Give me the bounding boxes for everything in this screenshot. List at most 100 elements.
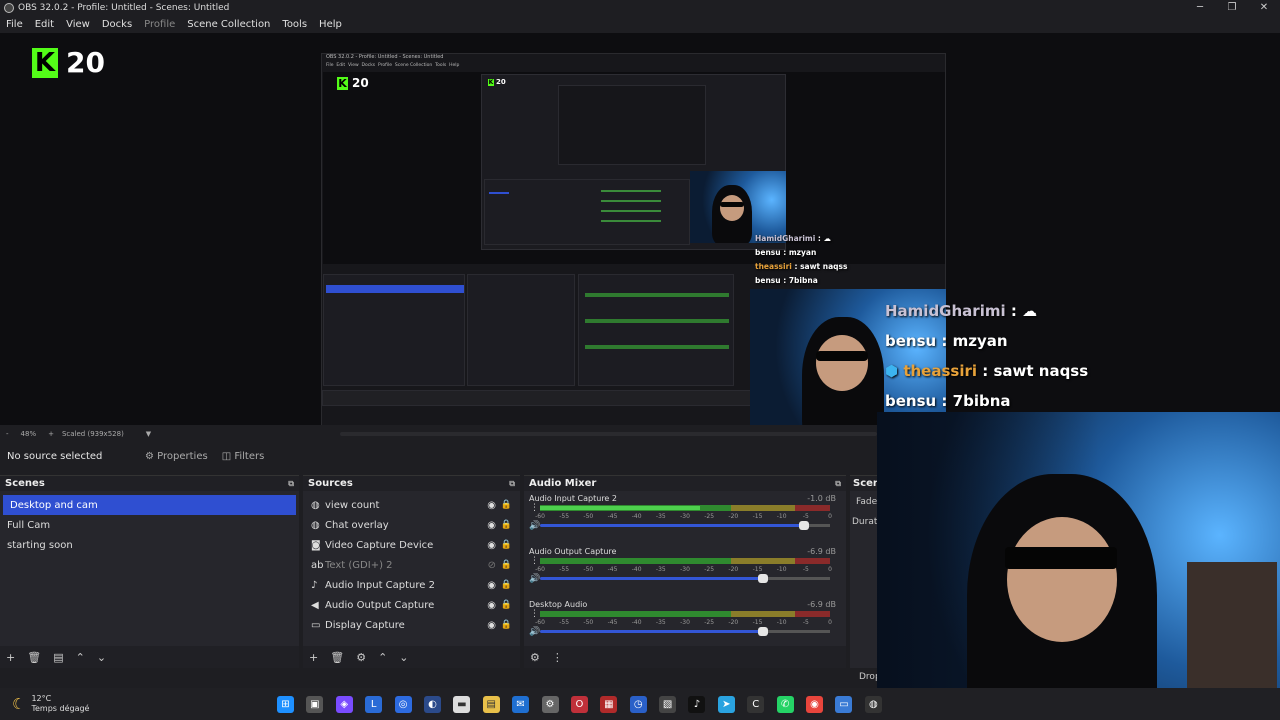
volume-slider[interactable] <box>540 574 830 583</box>
remove-scene-icon[interactable]: 🗑 <box>27 651 41 664</box>
copilot-icon[interactable]: ◈ <box>335 695 353 713</box>
source-item[interactable]: ◀ Audio Output Capture ◉ 🔒 <box>303 595 520 615</box>
menu-view[interactable]: View <box>66 19 90 30</box>
source-item[interactable]: ◙ Video Capture Device ◉ 🔒 <box>303 535 520 555</box>
weather-widget[interactable]: ☾ 12°C Temps dégagé <box>0 694 270 714</box>
mixer-menu-icon[interactable]: ⋮ <box>552 651 563 664</box>
task-view-icon[interactable]: ▣ <box>306 695 324 713</box>
obs-taskbar-icon[interactable]: ◍ <box>864 695 882 713</box>
preview-scrollbar[interactable] <box>340 432 877 436</box>
scaling-mode[interactable]: Scaled (939x528) <box>62 430 124 438</box>
volume-knob[interactable] <box>758 574 769 583</box>
scene-filters-icon[interactable]: ▤ <box>53 651 63 664</box>
app-icon[interactable]: L <box>365 695 383 713</box>
visibility-icon[interactable]: ◉ <box>487 520 496 531</box>
visibility-icon[interactable]: ◉ <box>487 540 496 551</box>
zoom-in-button[interactable]: + <box>48 430 54 438</box>
lock-icon[interactable]: 🔒 <box>501 500 512 510</box>
menu-file[interactable]: File <box>6 19 23 30</box>
whatsapp-icon[interactable]: ✆ <box>776 695 794 713</box>
speaker-icon[interactable]: 🔊 <box>529 627 540 637</box>
add-scene-icon[interactable]: + <box>6 651 15 664</box>
lock-icon[interactable]: 🔒 <box>501 540 512 550</box>
lock-icon[interactable]: 🔒 <box>501 620 512 630</box>
source-item[interactable]: ◍ view count ◉ 🔒 <box>303 495 520 515</box>
add-source-icon[interactable]: + <box>309 651 318 664</box>
app-icon[interactable]: ▭ <box>835 695 853 713</box>
move-up-icon[interactable]: ⌃ <box>76 651 85 664</box>
zoom-out-button[interactable]: - <box>6 430 9 438</box>
file-explorer-icon[interactable]: ▬ <box>453 695 471 713</box>
mixer-settings-icon[interactable]: ⚙ <box>530 651 540 664</box>
scaling-dropdown-icon[interactable]: ▼ <box>146 430 151 438</box>
source-item[interactable]: ▭ Display Capture ◉ 🔒 <box>303 615 520 635</box>
source-properties-icon[interactable]: ⚙ <box>356 651 366 664</box>
app-icon[interactable]: ▦ <box>600 695 618 713</box>
tick-label: -35 <box>655 513 666 520</box>
volume-knob[interactable] <box>758 627 769 636</box>
source-item[interactable]: ♪ Audio Input Capture 2 ◉ 🔒 <box>303 575 520 595</box>
remove-source-icon[interactable]: 🗑 <box>330 651 344 664</box>
app-icon[interactable]: C <box>747 695 765 713</box>
undock-icon[interactable]: ⧉ <box>835 479 841 489</box>
chrome-icon[interactable]: ◉ <box>806 695 824 713</box>
hidden-icon[interactable]: ⊘ <box>488 560 496 571</box>
visibility-icon[interactable]: ◉ <box>487 600 496 611</box>
telegram-icon[interactable]: ➤ <box>717 695 735 713</box>
filters-button[interactable]: ◫ Filters <box>222 451 265 462</box>
minimize-button[interactable]: ─ <box>1184 0 1216 15</box>
tick-label: -30 <box>680 566 690 573</box>
lock-icon[interactable]: 🔒 <box>501 580 512 590</box>
scene-item-desktop-and-cam[interactable]: Desktop and cam <box>3 495 296 515</box>
undock-icon[interactable]: ⧉ <box>509 479 515 489</box>
menu-help[interactable]: Help <box>319 19 342 30</box>
windows-start-icon[interactable]: ⊞ <box>277 695 294 713</box>
app-icon[interactable]: ◐ <box>423 695 441 713</box>
menu-scene-collection[interactable]: Scene Collection <box>187 19 270 30</box>
visibility-icon[interactable]: ◉ <box>487 620 496 631</box>
scene-transitions-dock: Scene Fade Durati <box>850 475 887 668</box>
folder-icon[interactable]: ▤ <box>482 695 500 713</box>
volume-slider[interactable] <box>540 521 830 530</box>
program-preview[interactable]: K 20 OBS 32.0.2 - Profile: Untitled - Sc… <box>0 33 1280 435</box>
visibility-icon[interactable]: ◉ <box>487 500 496 511</box>
app-icon[interactable]: ◷ <box>629 695 647 713</box>
move-up-icon[interactable]: ⌃ <box>378 651 387 664</box>
opera-icon[interactable]: O <box>570 695 588 713</box>
tiktok-icon[interactable]: ♪ <box>688 695 706 713</box>
tick-label: -15 <box>752 619 763 626</box>
app-icon[interactable]: ▧ <box>659 695 677 713</box>
mail-icon[interactable]: ✉ <box>512 695 530 713</box>
source-item[interactable]: ab Text (GDI+) 2 ⊘ 🔒 <box>303 555 520 575</box>
source-item[interactable]: ◍ Chat overlay ◉ 🔒 <box>303 515 520 535</box>
app-icon[interactable]: ◎ <box>394 695 412 713</box>
speaker-icon[interactable]: 🔊 <box>529 521 540 531</box>
channel-menu-icon[interactable]: ⋮ <box>530 609 539 619</box>
tick-label: 0 <box>828 619 832 626</box>
volume-slider[interactable] <box>540 627 830 636</box>
scene-item-full-cam[interactable]: Full Cam <box>0 515 299 535</box>
volume-knob[interactable] <box>798 521 809 530</box>
settings-icon[interactable]: ⚙ <box>541 695 559 713</box>
visibility-icon[interactable]: ◉ <box>487 580 496 591</box>
undock-icon[interactable]: ⧉ <box>288 479 294 489</box>
lock-icon[interactable]: 🔒 <box>501 520 512 530</box>
menu-tools[interactable]: Tools <box>282 19 307 30</box>
move-down-icon[interactable]: ⌄ <box>97 651 106 664</box>
properties-button[interactable]: ⚙ Properties <box>145 451 208 462</box>
maximize-button[interactable]: ❐ <box>1216 0 1248 15</box>
channel-menu-icon[interactable]: ⋮ <box>530 503 539 513</box>
speaker-icon[interactable]: 🔊 <box>529 574 540 584</box>
menu-docks[interactable]: Docks <box>102 19 132 30</box>
lock-icon[interactable]: 🔒 <box>501 560 512 570</box>
menu-edit[interactable]: Edit <box>35 19 54 30</box>
move-down-icon[interactable]: ⌄ <box>399 651 408 664</box>
lock-icon[interactable]: 🔒 <box>501 600 512 610</box>
scene-item-starting-soon[interactable]: starting soon <box>0 535 299 555</box>
close-button[interactable]: ✕ <box>1248 0 1280 15</box>
fade-select[interactable]: Fade <box>856 497 877 507</box>
menu-profile[interactable]: Profile <box>144 19 175 30</box>
obs-icon <box>4 2 14 13</box>
channel-menu-icon[interactable]: ⋮ <box>530 556 539 566</box>
nested-obs-window: OBS 32.0.2 - Profile: Untitled - Scenes:… <box>321 53 946 435</box>
